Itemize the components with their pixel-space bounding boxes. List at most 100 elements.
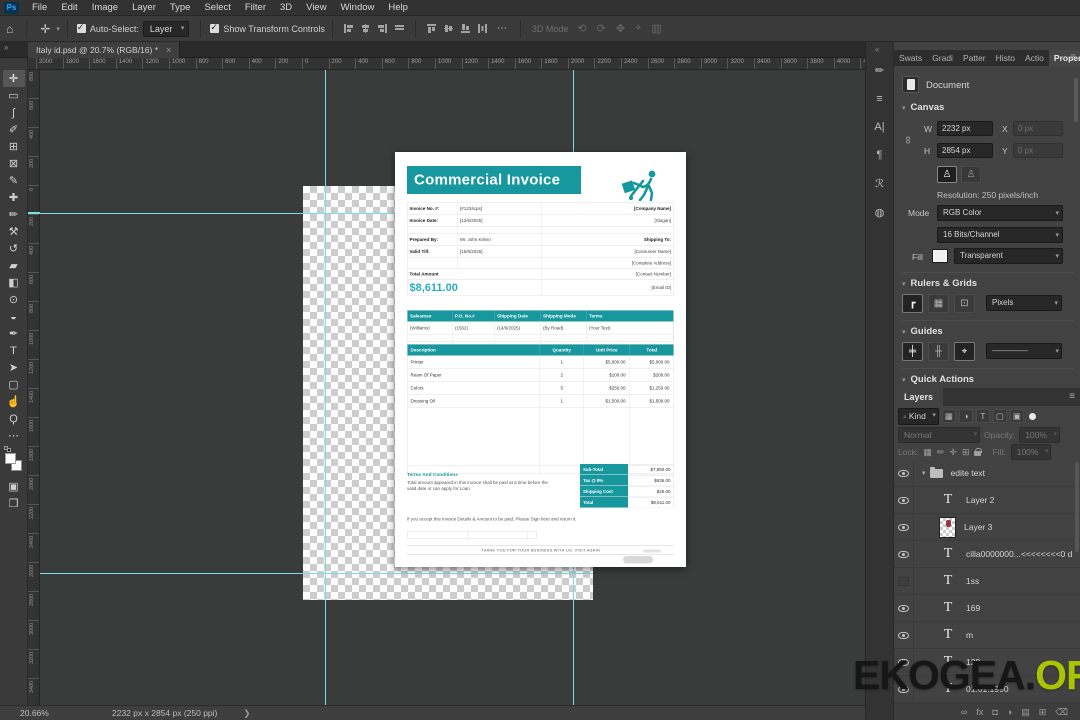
layer-row[interactable]: T m bbox=[894, 622, 1080, 649]
close-tab-icon[interactable]: × bbox=[166, 45, 171, 55]
properties-scrollbar[interactable] bbox=[1074, 78, 1078, 122]
3d-panel-icon[interactable]: ◍ bbox=[875, 206, 885, 219]
panel-menu-icon[interactable]: ≡ bbox=[1070, 52, 1076, 63]
layer-style-icon[interactable]: fx bbox=[976, 707, 983, 717]
menu-item[interactable]: Window bbox=[334, 0, 382, 16]
height-field[interactable]: 2854 px bbox=[937, 143, 993, 158]
crop-tool[interactable]: ⊞ bbox=[3, 138, 25, 155]
guides-from-shape-icon[interactable]: ╫ bbox=[928, 342, 949, 361]
brush-settings-panel-icon[interactable]: ≡ bbox=[876, 93, 882, 105]
gradient-tool[interactable]: ◧ bbox=[3, 274, 25, 291]
3d-slide-icon[interactable]: ⌖ bbox=[630, 22, 646, 35]
canvas-section-header[interactable]: ▾Canvas bbox=[902, 102, 944, 113]
menu-item[interactable]: Select bbox=[197, 0, 237, 16]
y-field[interactable]: 0 px bbox=[1013, 143, 1063, 158]
units-dropdown[interactable]: Pixels bbox=[986, 295, 1062, 311]
layer-row[interactable]: T 1ss bbox=[894, 568, 1080, 595]
bit-depth-dropdown[interactable]: 16 Bits/Channel bbox=[937, 227, 1063, 243]
collapse-toolbar-icon[interactable]: » bbox=[4, 43, 7, 52]
layer-name[interactable]: m bbox=[966, 630, 973, 640]
layer-group-icon[interactable]: ▤ bbox=[1021, 707, 1030, 718]
link-layers-icon[interactable]: ∞ bbox=[961, 707, 967, 717]
history-brush-tool[interactable]: ↺ bbox=[3, 240, 25, 257]
layer-row[interactable]: T 169 bbox=[894, 595, 1080, 622]
opacity-field[interactable]: 100% bbox=[1019, 427, 1060, 443]
path-select-tool[interactable]: ➤ bbox=[3, 359, 25, 376]
align-center-h-icon[interactable] bbox=[360, 23, 371, 34]
quick-mask-button[interactable]: ▣ bbox=[3, 478, 25, 495]
menu-item[interactable]: Type bbox=[163, 0, 198, 16]
layers-tab[interactable]: Layers bbox=[894, 388, 943, 406]
visibility-toggle[interactable] bbox=[894, 514, 914, 540]
healing-brush-tool[interactable]: ✚ bbox=[3, 189, 25, 206]
fill-swatch[interactable] bbox=[932, 249, 948, 263]
lasso-tool[interactable]: ʃ bbox=[3, 104, 25, 121]
horizontal-ruler[interactable]: 2000180016001400120010008006004002000200… bbox=[28, 58, 865, 70]
guide-style-dropdown[interactable]: ————— bbox=[986, 343, 1062, 359]
marquee-tool[interactable]: ▭ bbox=[3, 87, 25, 104]
link-dimensions-icon[interactable]: ∞ bbox=[902, 136, 914, 144]
auto-select-checkbox[interactable] bbox=[77, 24, 86, 33]
filter-toggle-icon[interactable] bbox=[1029, 413, 1036, 420]
panel-tab[interactable]: Histo bbox=[991, 50, 1020, 66]
clone-stamp-tool[interactable]: ⚒ bbox=[3, 223, 25, 240]
layer-name[interactable]: 1ss bbox=[966, 576, 979, 586]
adjustment-layer-icon[interactable]: ◑ bbox=[1007, 707, 1012, 717]
visibility-toggle[interactable] bbox=[894, 460, 914, 486]
menu-item[interactable]: Filter bbox=[238, 0, 273, 16]
visibility-toggle[interactable] bbox=[894, 622, 914, 648]
rulers-grids-section-header[interactable]: ▾Rulers & Grids bbox=[902, 278, 977, 289]
guides-section-header[interactable]: ▾Guides bbox=[902, 326, 943, 337]
align-middle-icon[interactable] bbox=[443, 23, 454, 34]
landscape-orientation-button[interactable]: ♙ bbox=[961, 166, 981, 183]
dodge-tool[interactable]: ◒ bbox=[3, 308, 25, 325]
filter-type-layers-icon[interactable]: T bbox=[976, 409, 990, 423]
document-tab[interactable]: Italy id.psd @ 20.7% (RGB/16) * × bbox=[28, 42, 180, 58]
shape-tool[interactable]: ▢ bbox=[3, 376, 25, 393]
fill-field[interactable]: 100% bbox=[1011, 444, 1052, 460]
layer-mask-icon[interactable]: ◘ bbox=[992, 707, 997, 717]
align-right-icon[interactable] bbox=[377, 23, 388, 34]
lock-pixels-icon[interactable]: ✏ bbox=[937, 447, 945, 458]
group-expand-icon[interactable]: ▾ bbox=[922, 469, 926, 477]
panel-tab[interactable]: Patter bbox=[958, 50, 991, 66]
frame-tool[interactable]: ⊠ bbox=[3, 155, 25, 172]
status-chevron-icon[interactable]: ❯ bbox=[243, 708, 250, 719]
x-field[interactable]: 0 px bbox=[1013, 121, 1063, 136]
lock-all-icon[interactable] bbox=[974, 451, 981, 456]
width-field[interactable]: 2232 px bbox=[937, 121, 993, 136]
invoice-document[interactable]: Commercial Invoice Invoice No. #: [#1234… bbox=[395, 152, 686, 567]
canvas-viewport[interactable]: Commercial Invoice Invoice No. #: [#1234… bbox=[40, 70, 865, 705]
new-layer-icon[interactable]: ⊞ bbox=[1039, 707, 1047, 718]
rulers-toggle-icon[interactable]: ┏ bbox=[902, 294, 923, 313]
type-tool[interactable]: T bbox=[3, 342, 25, 359]
kind-filter-dropdown[interactable]: ⌕ Kind bbox=[898, 408, 939, 425]
align-left-icon[interactable] bbox=[343, 23, 354, 34]
brush-tool[interactable]: ✏ bbox=[3, 206, 25, 223]
menu-item[interactable]: Edit bbox=[54, 0, 84, 16]
menu-item[interactable]: Layer bbox=[125, 0, 163, 16]
panel-tab[interactable]: Gradi bbox=[927, 50, 958, 66]
auto-select-target-dropdown[interactable]: Layer bbox=[143, 21, 190, 37]
layer-row[interactable]: T Layer 2 bbox=[894, 487, 1080, 514]
eraser-tool[interactable]: ▰ bbox=[3, 257, 25, 274]
layer-name[interactable]: Layer 2 bbox=[966, 495, 994, 505]
grid-toggle-icon[interactable]: ▦ bbox=[928, 294, 949, 313]
brushes-panel-icon[interactable]: ✏ bbox=[875, 64, 884, 77]
move-tool[interactable]: ✛ bbox=[3, 70, 25, 87]
edit-toolbar[interactable]: ⋯ bbox=[3, 427, 25, 444]
vertical-ruler[interactable]: 8006004002000200400600800100012001400160… bbox=[28, 70, 40, 705]
character-panel-icon[interactable]: A| bbox=[874, 121, 884, 133]
mode-dropdown[interactable]: RGB Color bbox=[937, 205, 1063, 221]
menu-item[interactable]: 3D bbox=[273, 0, 299, 16]
layers-scrollbar[interactable] bbox=[1075, 462, 1079, 552]
align-bottom-icon[interactable] bbox=[460, 23, 471, 34]
new-guide-layout-icon[interactable]: ╪ bbox=[902, 342, 923, 361]
visibility-toggle[interactable] bbox=[894, 487, 914, 513]
snap-toggle-icon[interactable]: ⊡ bbox=[954, 294, 975, 313]
paragraph-panel-icon[interactable]: ¶ bbox=[877, 149, 883, 161]
panel-tab[interactable]: Swats bbox=[894, 50, 927, 66]
3d-orbit-icon[interactable]: ⟲ bbox=[572, 22, 591, 35]
screen-mode-button[interactable]: ❒ bbox=[3, 495, 25, 512]
menu-item[interactable]: View bbox=[299, 0, 333, 16]
